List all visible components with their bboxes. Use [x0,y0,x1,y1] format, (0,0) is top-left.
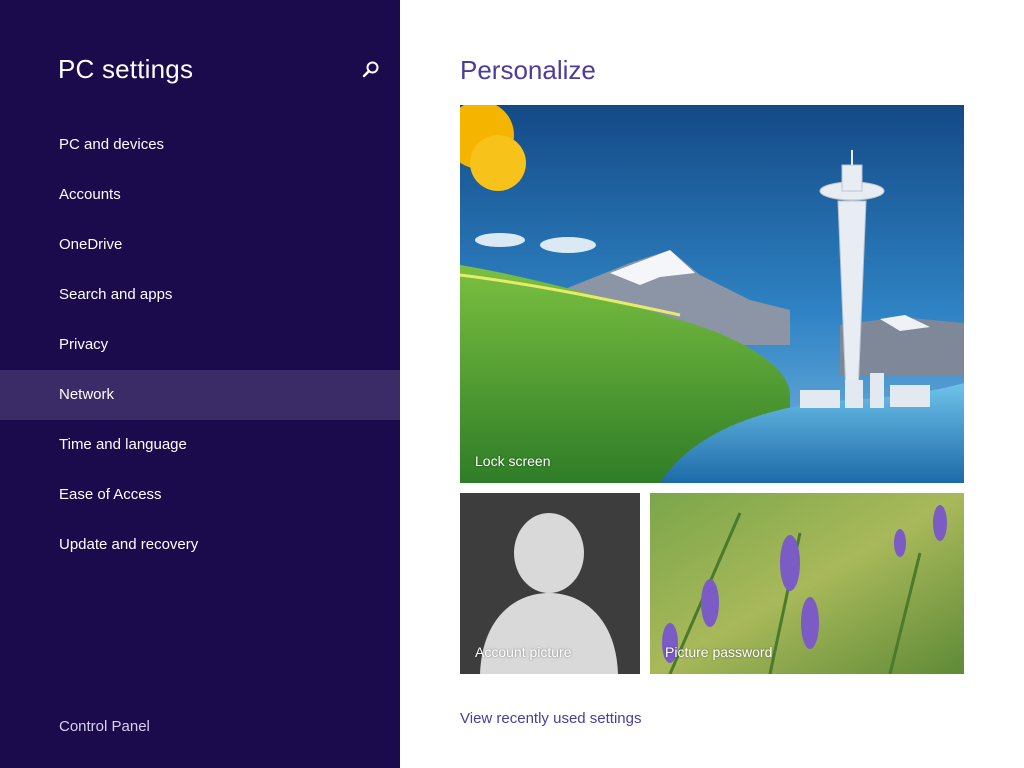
sidebar-item-label: Privacy [59,336,109,353]
sidebar-item-pc-and-devices[interactable]: PC and devices [0,120,400,170]
sidebar-title: PC settings [58,54,194,84]
lock-screen-image [460,105,964,483]
sidebar-item-onedrive[interactable]: OneDrive [0,220,400,270]
sidebar-item-label: Network [59,386,115,403]
sidebar-item-time-and-language[interactable]: Time and language [0,420,400,470]
lock-screen-label: Lock screen [475,453,551,469]
lock-screen-tile[interactable]: Lock screen [460,105,964,483]
sidebar-item-label: Time and language [59,436,187,453]
control-panel-link[interactable]: Control Panel [59,718,150,735]
account-picture-label: Account picture [475,644,572,660]
sidebar-item-label: Search and apps [59,286,173,303]
account-picture-tile[interactable]: Account picture [460,493,640,674]
sidebar-item-accounts[interactable]: Accounts [0,170,400,220]
sidebar-item-label: Ease of Access [59,486,162,503]
sidebar-item-update-and-recovery[interactable]: Update and recovery [0,520,400,570]
sidebar-nav: PC and devices Accounts OneDrive Search … [0,120,400,570]
page-title: Personalize [460,55,596,85]
sidebar-item-label: PC and devices [59,136,165,153]
sidebar-item-ease-of-access[interactable]: Ease of Access [0,470,400,520]
sidebar-item-label: Update and recovery [59,536,199,553]
sidebar-item-label: Accounts [59,186,121,203]
picture-password-label: Picture password [665,644,773,660]
sidebar-item-label: OneDrive [59,236,123,253]
picture-password-tile[interactable]: Picture password [650,493,964,674]
sidebar-item-privacy[interactable]: Privacy [0,320,400,370]
sidebar-item-search-and-apps[interactable]: Search and apps [0,270,400,320]
search-icon[interactable] [362,60,380,78]
sidebar-item-network[interactable]: Network [0,370,400,420]
sidebar: PC settings PC and devices Accounts OneD… [0,0,400,768]
view-recent-settings-link[interactable]: View recently used settings [460,710,642,727]
